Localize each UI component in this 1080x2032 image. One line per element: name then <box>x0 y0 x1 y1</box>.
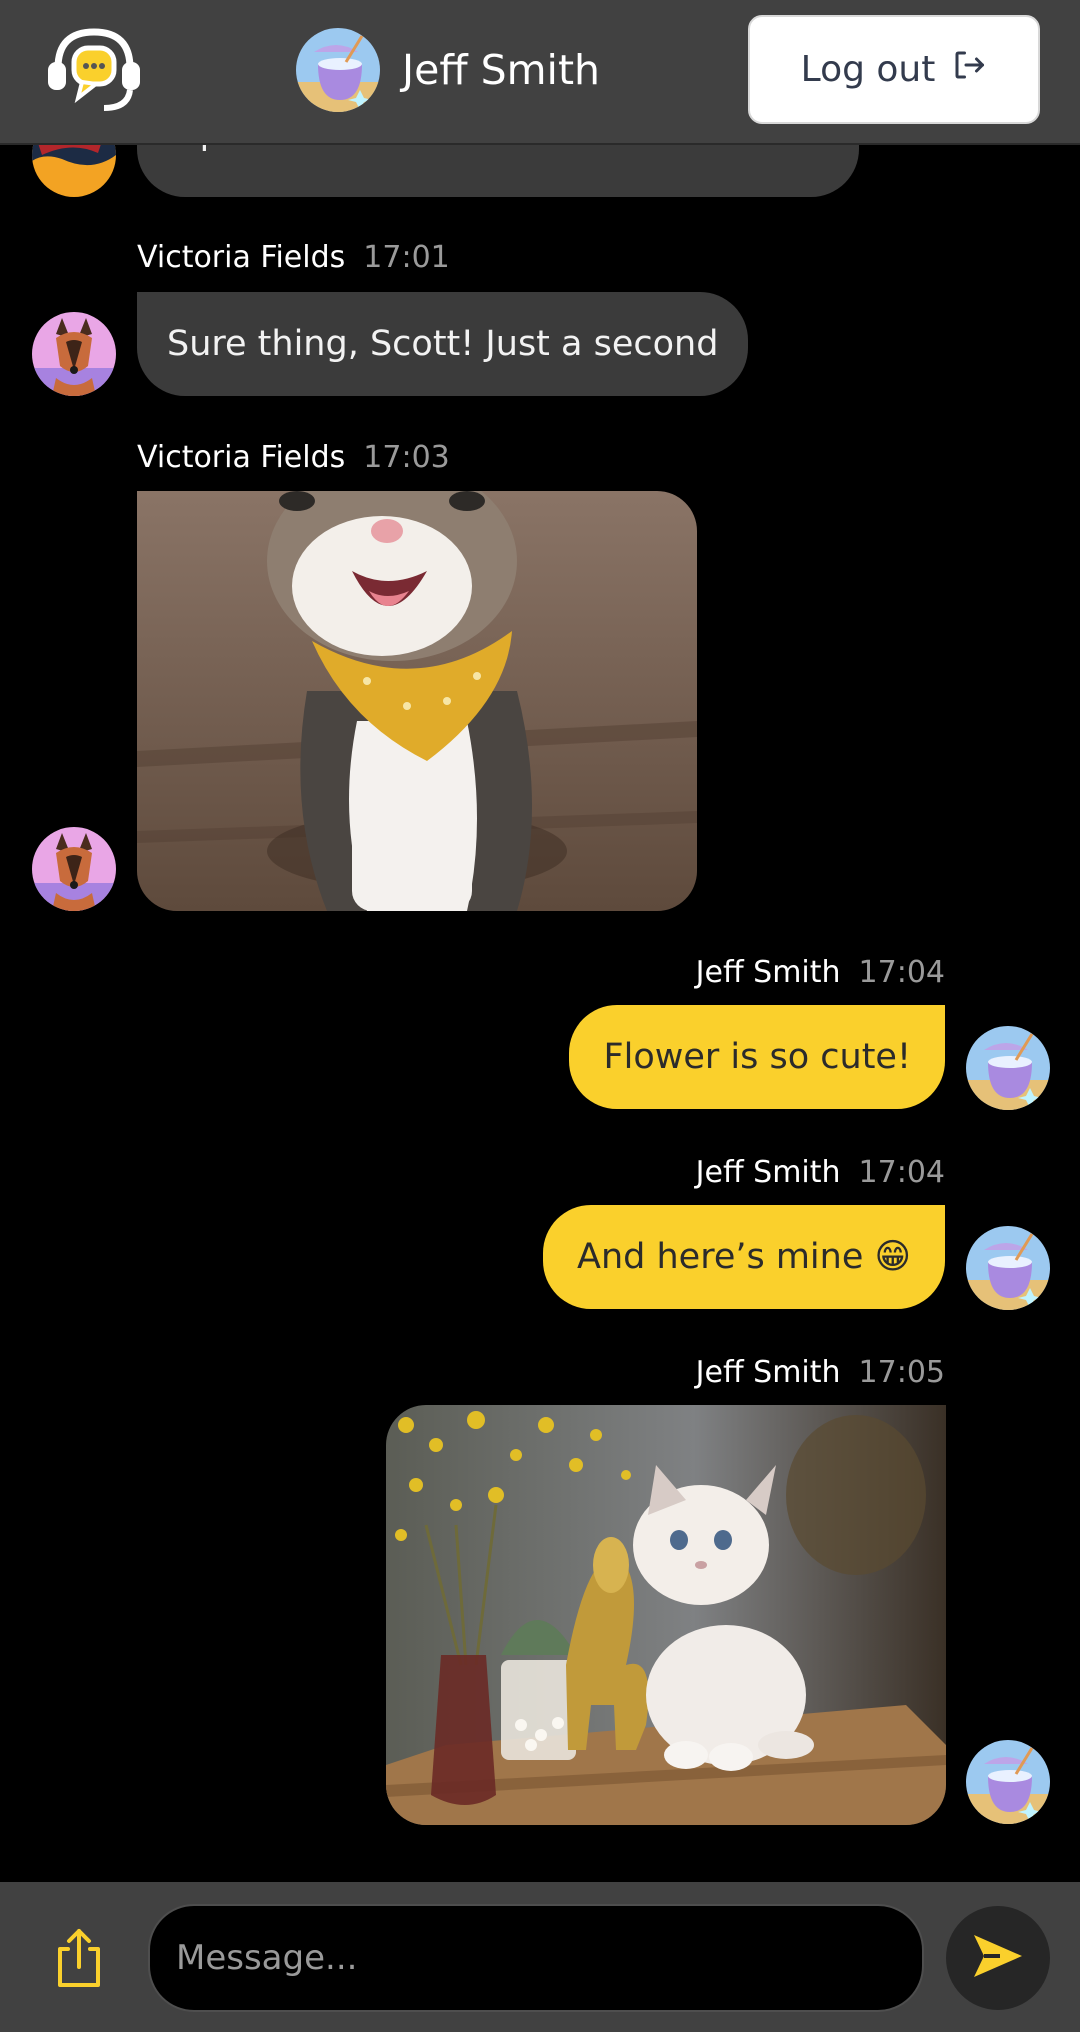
message-meta: Victoria Fields 17:01 <box>137 240 450 275</box>
message-bubble: And here’s mine 😁 <box>543 1205 945 1309</box>
avatar-victoria <box>32 827 116 911</box>
message-meta: Jeff Smith 17:04 <box>696 1155 945 1190</box>
message-sender: Jeff Smith <box>695 1155 841 1190</box>
current-user-name: Jeff Smith <box>402 46 601 94</box>
avatar-victoria <box>32 312 116 396</box>
app-header: Jeff Smith Log out <box>0 0 1080 145</box>
upload-icon[interactable] <box>52 1927 106 1989</box>
message-meta: Victoria Fields 17:03 <box>137 440 450 475</box>
cat-photo[interactable] <box>137 491 697 911</box>
logout-label: Log out <box>800 49 936 90</box>
send-button[interactable] <box>946 1906 1050 2010</box>
avatar-jeff <box>966 1026 1050 1110</box>
kitten-photo[interactable] <box>386 1405 946 1825</box>
avatar-jeff <box>966 1226 1050 1310</box>
logout-icon <box>951 47 987 92</box>
message-time: 17:03 <box>363 440 450 475</box>
message-time: 17:04 <box>858 955 945 990</box>
current-user: Jeff Smith <box>296 28 600 112</box>
message-bubble: Sure thing, Scott! Just a second <box>137 292 749 396</box>
message-text: And here’s mine 😁 <box>577 1237 911 1277</box>
message-time: 17:05 <box>858 1355 945 1390</box>
message-input[interactable] <box>148 1904 924 2012</box>
logout-button[interactable]: Log out <box>748 15 1040 124</box>
avatar-jeff <box>966 1740 1050 1824</box>
message-composer <box>0 1882 1080 2032</box>
message-sender: Jeff Smith <box>695 955 841 990</box>
message-sender: Jeff Smith <box>695 1355 841 1390</box>
send-icon <box>970 1931 1026 1985</box>
message-sender: Victoria Fields <box>137 240 346 275</box>
chat-support-logo-icon <box>42 24 146 114</box>
message-time: 17:01 <box>363 240 450 275</box>
chat-area[interactable]: a picture of her? Victoria Fields17:01 S… <box>0 0 1080 1882</box>
message-meta: Jeff Smith 17:04 <box>696 955 945 990</box>
message-meta: Jeff Smith 17:05 <box>696 1355 945 1390</box>
avatar-current-user <box>296 28 380 112</box>
message-text: Sure thing, Scott! Just a second <box>167 324 719 364</box>
message-sender: Victoria Fields <box>137 440 346 475</box>
message-text: Flower is so cute! <box>603 1037 911 1077</box>
message-bubble: Flower is so cute! <box>569 1005 945 1109</box>
message-time: 17:04 <box>858 1155 945 1190</box>
